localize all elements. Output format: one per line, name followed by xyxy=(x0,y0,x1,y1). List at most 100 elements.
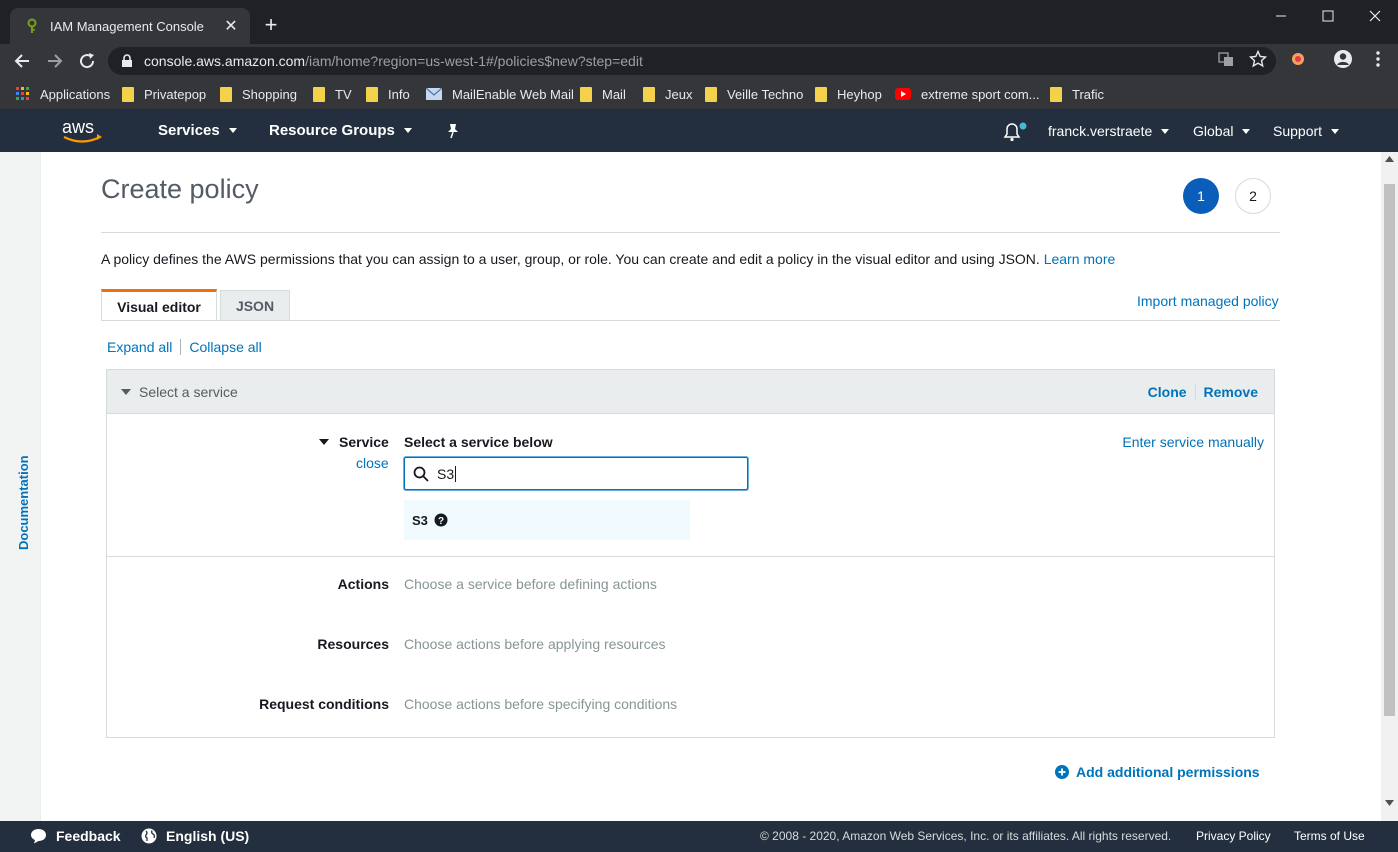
bookmark-info[interactable]: Info xyxy=(366,84,410,104)
chrome-menu-icon[interactable] xyxy=(1368,49,1388,69)
bookmark-shopping[interactable]: Shopping xyxy=(220,84,297,104)
expand-all-link[interactable]: Expand all xyxy=(107,339,172,355)
clone-link[interactable]: Clone xyxy=(1148,384,1187,400)
folder-icon xyxy=(705,86,717,102)
chevron-down-icon xyxy=(403,128,412,133)
region-label: Global xyxy=(1193,123,1234,139)
bookmark-label: Applications xyxy=(40,86,111,102)
feedback-label: Feedback xyxy=(56,828,121,844)
help-icon[interactable]: ? xyxy=(434,513,448,527)
enter-service-manually-link[interactable]: Enter service manually xyxy=(1122,434,1264,450)
divider xyxy=(180,339,182,355)
service-result-s3[interactable]: S3 ? xyxy=(404,500,690,540)
step-indicator-1: 1 xyxy=(1183,178,1219,214)
bookmark-heyhop[interactable]: Heyhop xyxy=(815,84,882,104)
tab-visual-editor[interactable]: Visual editor xyxy=(101,289,217,321)
translate-icon[interactable] xyxy=(1216,49,1236,69)
back-icon[interactable] xyxy=(10,49,34,73)
bookmark-label: Veille Techno xyxy=(727,86,804,102)
lock-icon xyxy=(122,54,132,67)
expand-collapse-controls: Expand all Collapse all xyxy=(107,339,262,355)
aws-logo[interactable]: aws xyxy=(60,116,104,146)
bookmark-tv[interactable]: TV xyxy=(313,84,352,104)
notifications-bell-icon[interactable] xyxy=(1003,122,1027,142)
bookmark-label: Trafic xyxy=(1072,86,1105,102)
close-tab-icon[interactable]: ✕ xyxy=(222,17,240,35)
collapse-all-link[interactable]: Collapse all xyxy=(189,339,261,355)
caret-down-icon xyxy=(319,439,329,445)
resource-groups-label: Resource Groups xyxy=(269,122,395,139)
bookmark-mailenable[interactable]: MailEnable Web Mail xyxy=(426,84,574,104)
new-tab-icon[interactable]: + xyxy=(260,14,282,36)
close-window-icon[interactable] xyxy=(1352,4,1398,28)
bookmark-trafic[interactable]: Trafic xyxy=(1050,84,1104,104)
text-cursor xyxy=(455,465,457,482)
bookmark-veille-techno[interactable]: Veille Techno xyxy=(705,84,803,104)
bookmark-star-icon[interactable] xyxy=(1248,49,1268,69)
bookmark-jeux[interactable]: Jeux xyxy=(643,84,692,104)
bookmarks-bar: Applications Privatepop Shopping TV Info… xyxy=(0,78,1398,110)
reload-icon[interactable] xyxy=(75,49,99,73)
remove-link[interactable]: Remove xyxy=(1204,384,1258,400)
actions-value: Choose a service before defining actions xyxy=(404,576,657,592)
divider xyxy=(1194,384,1196,400)
caret-down-icon xyxy=(121,388,131,395)
extension-icon[interactable] xyxy=(1288,49,1308,69)
account-menu[interactable]: franck.verstraete xyxy=(1048,123,1170,139)
main-content: Create policy 1 2 A policy defines the A… xyxy=(41,152,1381,821)
terms-of-use-link[interactable]: Terms of Use xyxy=(1294,829,1365,843)
bookmark-privatepop[interactable]: Privatepop xyxy=(122,84,206,104)
maximize-icon[interactable] xyxy=(1305,4,1351,28)
documentation-rail: Documentation xyxy=(0,152,41,821)
search-icon xyxy=(413,466,429,482)
feedback-button[interactable]: Feedback xyxy=(30,828,121,844)
actions-label: Actions xyxy=(337,576,389,592)
address-bar[interactable]: console.aws.amazon.com/iam/home?region=u… xyxy=(108,47,1276,75)
folder-icon xyxy=(643,86,655,102)
folder-icon xyxy=(220,86,232,102)
bookmark-extreme-sport[interactable]: extreme sport com... xyxy=(895,84,1039,104)
language-label: English (US) xyxy=(166,828,250,844)
services-menu[interactable]: Services xyxy=(158,122,237,139)
bookmark-label: Privatepop xyxy=(144,86,207,102)
documentation-toggle[interactable]: Documentation xyxy=(16,455,31,550)
scrollbar-thumb[interactable] xyxy=(1384,184,1395,716)
scroll-up-icon[interactable] xyxy=(1385,156,1394,162)
minimize-icon[interactable] xyxy=(1258,4,1304,28)
service-search-input[interactable]: S3 xyxy=(404,457,748,490)
resources-value: Choose actions before applying resources xyxy=(404,636,666,652)
learn-more-link[interactable]: Learn more xyxy=(1044,251,1116,267)
bookmark-applications[interactable]: Applications xyxy=(16,84,110,104)
bookmark-label: Shopping xyxy=(242,86,297,102)
permission-block-header[interactable]: Select a service Clone Remove xyxy=(107,370,1274,414)
profile-avatar-icon[interactable] xyxy=(1333,49,1353,69)
url-host: console.aws.amazon.com xyxy=(144,53,306,69)
region-menu[interactable]: Global xyxy=(1193,123,1251,139)
privacy-policy-link[interactable]: Privacy Policy xyxy=(1196,829,1271,843)
import-managed-policy-link[interactable]: Import managed policy xyxy=(1137,293,1279,309)
folder-icon xyxy=(580,86,592,102)
service-section-toggle[interactable]: Service xyxy=(319,434,389,450)
browser-tab-title: IAM Management Console xyxy=(50,18,204,34)
language-selector[interactable]: English (US) xyxy=(141,828,249,844)
services-label: Services xyxy=(158,122,220,139)
speech-bubble-icon xyxy=(31,829,46,844)
scroll-down-icon[interactable] xyxy=(1385,800,1394,806)
tabs-divider xyxy=(101,320,1280,321)
browser-tab[interactable]: IAM Management Console ✕ xyxy=(10,8,250,44)
folder-icon xyxy=(815,86,827,102)
add-additional-permissions-button[interactable]: Add additional permissions xyxy=(1055,764,1260,780)
policy-description: A policy defines the AWS permissions tha… xyxy=(101,251,1115,267)
tab-json[interactable]: JSON xyxy=(220,290,290,321)
bookmark-mail[interactable]: Mail xyxy=(580,84,626,104)
page-scrollbar[interactable] xyxy=(1381,152,1398,821)
support-label: Support xyxy=(1273,123,1323,139)
service-close-link[interactable]: close xyxy=(356,455,389,471)
forward-icon[interactable] xyxy=(43,49,67,73)
svg-text:aws: aws xyxy=(62,117,94,137)
description-text: A policy defines the AWS permissions tha… xyxy=(101,251,1040,267)
pin-icon[interactable] xyxy=(446,123,460,139)
support-menu[interactable]: Support xyxy=(1273,123,1340,139)
resource-groups-menu[interactable]: Resource Groups xyxy=(269,122,412,139)
chevron-down-icon xyxy=(1242,128,1251,134)
